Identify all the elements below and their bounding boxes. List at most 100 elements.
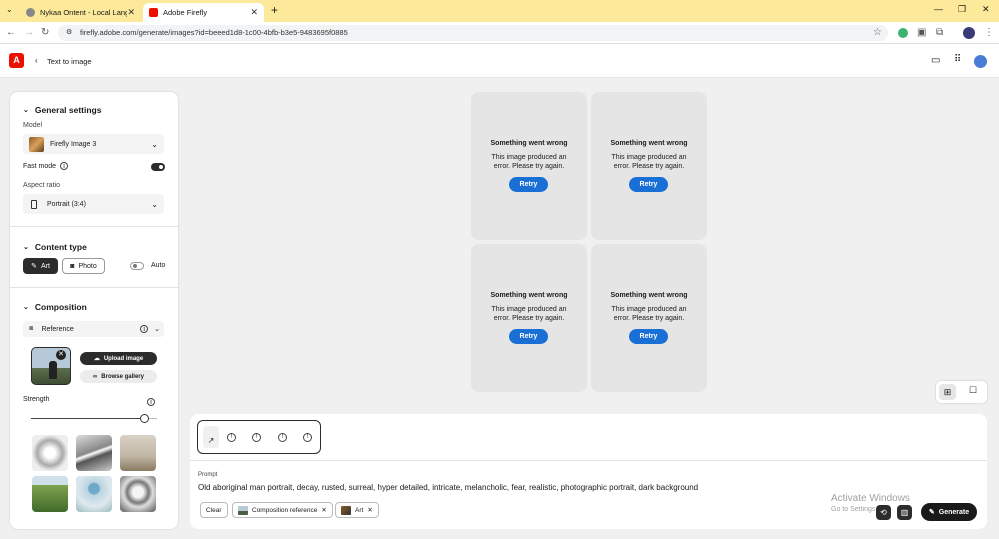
grid-view-icon[interactable]: ⊞ bbox=[939, 384, 956, 400]
tab-nykaa[interactable]: Nykaa Ontent - Local Language ✕ bbox=[20, 3, 141, 22]
tab-adobe-firefly[interactable]: Adobe Firefly ✕ bbox=[143, 3, 264, 22]
user-avatar[interactable] bbox=[974, 55, 987, 68]
error-message: This image produced an error. Please try… bbox=[491, 154, 567, 170]
model-select[interactable]: Firefly Image 3 ⌄ bbox=[23, 134, 164, 154]
art-chip[interactable]: Art ✕ bbox=[335, 502, 379, 518]
retry-button[interactable]: Retry bbox=[629, 177, 668, 192]
bookmark-star-icon[interactable]: ☆ bbox=[873, 27, 882, 38]
history-icon[interactable]: ⟲ bbox=[876, 505, 891, 520]
chip-label: Art bbox=[355, 506, 364, 514]
result-card-3: Something went wrong This image produced… bbox=[471, 244, 587, 392]
back-chevron-icon[interactable]: ‹ bbox=[35, 56, 38, 65]
profile-avatar[interactable] bbox=[963, 27, 975, 39]
maximize-icon[interactable]: ❐ bbox=[958, 4, 966, 15]
section-title: Content type bbox=[34, 242, 87, 252]
result-card-1: Something went wrong This image produced… bbox=[471, 92, 587, 240]
site-info-icon[interactable]: ⚙ bbox=[66, 25, 72, 41]
model-thumbnail bbox=[29, 136, 44, 152]
address-input[interactable]: ⚙ firefly.adobe.com/generate/images?id=b… bbox=[58, 25, 888, 41]
browser-menu-icon[interactable]: ⋮ bbox=[984, 27, 994, 38]
info-icon[interactable]: i bbox=[147, 398, 155, 406]
art-button[interactable]: ✎ Art bbox=[23, 258, 58, 274]
prompt-input[interactable]: Old aboriginal man portrait, decay, rust… bbox=[198, 483, 888, 492]
single-view-icon[interactable]: ☐ bbox=[969, 385, 977, 396]
retry-button[interactable]: Retry bbox=[629, 329, 668, 344]
view-toggle-group: ⊞ ☐ bbox=[936, 381, 987, 403]
current-thumb-icon[interactable]: ↗ bbox=[203, 426, 219, 448]
style-thumbnail-sketch-hands[interactable] bbox=[32, 435, 68, 471]
settings-icon[interactable]: ▥ bbox=[897, 505, 912, 520]
error-thumb-icon[interactable]: ! bbox=[303, 433, 312, 442]
tab-list-chevron-icon[interactable]: ⌄ bbox=[6, 5, 13, 14]
chip-label: Composition reference bbox=[252, 506, 318, 514]
clear-label: Clear bbox=[206, 506, 222, 514]
close-window-icon[interactable]: ✕ bbox=[982, 4, 990, 15]
strength-label: Strength bbox=[23, 396, 50, 403]
activate-windows-subtitle: Go to Settings to activate Windows. bbox=[831, 506, 876, 513]
camera-icon: ◙ bbox=[70, 262, 75, 270]
back-link[interactable]: Text to image bbox=[47, 57, 92, 66]
apps-grid-icon[interactable]: ⠿ bbox=[954, 54, 961, 65]
strength-slider-fill bbox=[31, 418, 145, 419]
browser-tab-bar: ⌄ Nykaa Ontent - Local Language ✕ Adobe … bbox=[0, 0, 999, 22]
error-thumb-icon[interactable]: ! bbox=[278, 433, 287, 442]
back-arrow-icon[interactable]: ← bbox=[6, 27, 16, 38]
new-tab-button[interactable]: + bbox=[271, 3, 278, 17]
close-tab-icon[interactable]: ✕ bbox=[127, 7, 135, 18]
art-label: Art bbox=[40, 262, 50, 270]
info-icon[interactable]: i bbox=[60, 162, 69, 170]
upload-image-button[interactable]: ☁ Upload image bbox=[80, 352, 157, 365]
minimize-icon[interactable]: — bbox=[934, 4, 943, 14]
generate-label: Generate bbox=[938, 508, 970, 516]
fast-mode-text: Fast mode bbox=[23, 162, 57, 170]
photo-button[interactable]: ◙ Photo bbox=[62, 258, 105, 274]
feedback-icon[interactable]: ▭ bbox=[931, 55, 940, 66]
upload-cloud-icon: ☁ bbox=[93, 356, 100, 362]
result-card-2: Something went wrong This image produced… bbox=[591, 92, 707, 240]
fast-mode-toggle[interactable] bbox=[151, 163, 165, 171]
person-silhouette bbox=[49, 361, 57, 379]
chevron-down-icon: ⌄ bbox=[154, 326, 160, 333]
strength-slider-handle[interactable] bbox=[140, 414, 150, 423]
reading-list-icon[interactable]: ▣ bbox=[917, 27, 926, 38]
clear-button[interactable]: Clear bbox=[200, 502, 228, 518]
remove-reference-icon[interactable]: ✕ bbox=[56, 350, 66, 360]
chevron-down-icon: ⌄ bbox=[151, 139, 158, 149]
strength-slider-track[interactable] bbox=[31, 414, 157, 423]
style-thumbnail-room[interactable] bbox=[120, 435, 156, 471]
forward-arrow-icon[interactable]: → bbox=[24, 27, 34, 38]
model-value: Firefly Image 3 bbox=[50, 140, 97, 148]
divider bbox=[10, 226, 178, 227]
composition-reference-chip[interactable]: Composition reference ✕ bbox=[232, 502, 333, 518]
retry-button[interactable]: Retry bbox=[509, 329, 548, 344]
error-thumb-icon[interactable]: ! bbox=[252, 433, 261, 442]
prompt-label: Prompt bbox=[198, 472, 218, 478]
aspect-ratio-select[interactable]: Portrait (3:4) ⌄ bbox=[23, 194, 164, 214]
info-icon[interactable]: i bbox=[140, 325, 149, 333]
section-title: Composition bbox=[34, 302, 87, 312]
aspect-ratio-label: Aspect ratio bbox=[23, 182, 60, 189]
generate-button[interactable]: ✎ Generate bbox=[921, 503, 977, 521]
content-type-header[interactable]: ⌄ Content type bbox=[23, 242, 87, 252]
reference-row[interactable]: ⧈ Reference i ⌄ bbox=[23, 321, 164, 337]
style-thumbnail-field[interactable] bbox=[32, 476, 68, 512]
remove-chip-icon[interactable]: ✕ bbox=[321, 506, 326, 514]
retry-button[interactable]: Retry bbox=[509, 177, 548, 192]
browse-gallery-button[interactable]: ∞ Browse gallery bbox=[80, 370, 157, 383]
general-settings-header[interactable]: ⌄ General settings bbox=[23, 105, 101, 115]
close-tab-icon[interactable]: ✕ bbox=[250, 7, 258, 18]
error-thumb-icon[interactable]: ! bbox=[227, 433, 236, 442]
style-thumbnail-road[interactable] bbox=[76, 435, 112, 471]
auto-toggle[interactable] bbox=[130, 262, 144, 270]
style-thumbnail-sphere[interactable] bbox=[76, 476, 112, 512]
style-thumbnail-owl[interactable] bbox=[120, 476, 156, 512]
reload-icon[interactable]: ↻ bbox=[41, 27, 49, 38]
composition-header[interactable]: ⌄ Composition bbox=[23, 302, 87, 312]
adobe-logo[interactable]: A bbox=[9, 53, 24, 68]
browse-label: Browse gallery bbox=[101, 373, 144, 380]
extension-green-icon[interactable] bbox=[898, 28, 908, 38]
remove-chip-icon[interactable]: ✕ bbox=[367, 506, 372, 514]
extensions-puzzle-icon[interactable]: ⧉ bbox=[936, 27, 943, 38]
app-header: A ‹ Text to image ▭ ⠿ bbox=[0, 44, 999, 78]
upload-label: Upload image bbox=[103, 355, 144, 362]
